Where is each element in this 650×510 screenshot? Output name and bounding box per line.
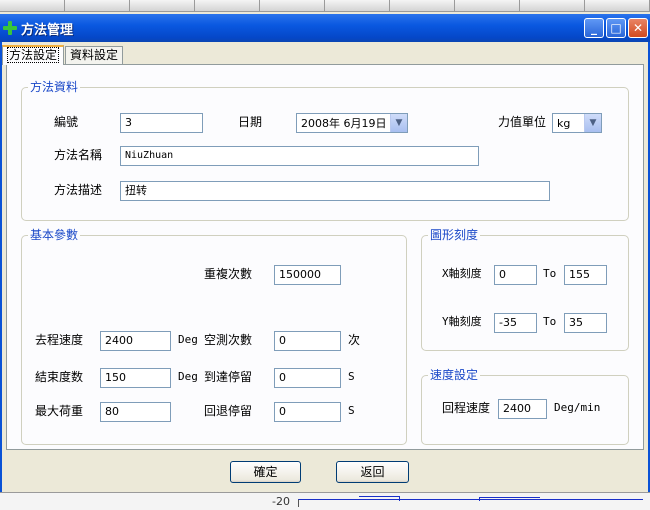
window-title: 方法管理: [21, 22, 74, 38]
x-axis-to-label: To: [543, 267, 557, 280]
force-unit-select[interactable]: kg ▼: [552, 113, 602, 133]
back-button[interactable]: 返回: [336, 461, 409, 483]
minimize-button[interactable]: _: [584, 18, 604, 38]
arrive-dwell-unit: S: [348, 370, 355, 383]
group-title: 圖形刻度: [428, 228, 481, 242]
return-speed-label: 回程速度: [442, 401, 491, 415]
idle-count-unit: 次: [348, 333, 361, 347]
return-dwell-input[interactable]: 0: [274, 402, 341, 422]
name-input[interactable]: NiuZhuan: [120, 146, 479, 166]
chart-line: [298, 496, 643, 507]
background-tab-strip: [0, 0, 650, 12]
x-axis-from-input[interactable]: 0: [494, 265, 537, 285]
tab-data-settings[interactable]: 資料設定: [65, 46, 124, 64]
close-icon: ✕: [632, 21, 644, 35]
name-label: 方法名稱: [54, 148, 103, 162]
group-basic-params: 基本參數 重複次數 150000 去程速度 2400 Deg 空測次數 0 次 …: [21, 228, 407, 445]
repeat-count-input[interactable]: 150000: [274, 265, 341, 285]
y-axis-to-label: To: [543, 315, 557, 328]
date-label: 日期: [238, 115, 263, 129]
arrive-dwell-label: 到達停留: [204, 370, 253, 384]
group-title: 方法資料: [28, 80, 81, 94]
x-axis-scale-label: X軸刻度: [442, 267, 482, 280]
background-chart-strip: -20: [0, 492, 650, 510]
number-label: 編號: [54, 115, 79, 129]
maximize-icon: □: [610, 21, 622, 35]
group-title: 基本參數: [28, 228, 81, 242]
confirm-button[interactable]: 確定: [230, 461, 301, 483]
description-input[interactable]: 扭转: [120, 181, 550, 201]
end-degree-input[interactable]: 150: [100, 368, 171, 388]
end-degree-label: 結束度数: [35, 370, 84, 384]
chevron-down-icon[interactable]: ▼: [390, 114, 407, 132]
force-unit-label: 力值單位: [498, 115, 547, 129]
window-titlebar[interactable]: 方法管理 _ □ ✕: [0, 14, 650, 42]
chevron-down-icon[interactable]: ▼: [584, 114, 601, 132]
axis-tick-label: -20: [272, 495, 290, 508]
group-method-info: 方法資料 編號 3 日期 2008年 6月19日 ▼ 力值單位 kg ▼ 方法名…: [21, 80, 629, 221]
tab-panel: 方法資料 編號 3 日期 2008年 6月19日 ▼ 力值單位 kg ▼ 方法名…: [6, 64, 644, 450]
idle-count-label: 空測次數: [204, 333, 253, 347]
plus-icon: [3, 21, 17, 35]
return-speed-unit: Deg/min: [554, 401, 601, 414]
tab-strip: 方法設定 資料設定: [2, 45, 124, 65]
max-load-input[interactable]: 80: [100, 402, 171, 422]
out-speed-input[interactable]: 2400: [100, 331, 171, 351]
return-dwell-unit: S: [348, 404, 355, 417]
x-axis-to-input[interactable]: 155: [564, 265, 607, 285]
group-speed-settings: 速度設定 回程速度 2400 Deg/min: [421, 368, 629, 445]
group-title: 速度設定: [428, 368, 481, 382]
y-axis-to-input[interactable]: 35: [564, 313, 607, 333]
return-dwell-label: 回退停留: [204, 404, 253, 418]
repeat-count-label: 重複次數: [204, 267, 253, 281]
minimize-icon: _: [591, 21, 597, 35]
description-label: 方法描述: [54, 183, 103, 197]
date-picker[interactable]: 2008年 6月19日 ▼: [296, 113, 408, 133]
tab-method-settings[interactable]: 方法設定: [2, 45, 65, 65]
idle-count-input[interactable]: 0: [274, 331, 341, 351]
return-speed-input[interactable]: 2400: [498, 399, 547, 419]
maximize-button[interactable]: □: [606, 18, 626, 38]
out-speed-label: 去程速度: [35, 333, 84, 347]
number-input[interactable]: 3: [120, 113, 203, 133]
end-degree-unit: Deg: [178, 370, 198, 383]
y-axis-from-input[interactable]: -35: [494, 313, 537, 333]
max-load-label: 最大荷重: [35, 404, 84, 418]
y-axis-scale-label: Y軸刻度: [442, 315, 482, 328]
group-graph-scale: 圖形刻度 X軸刻度 0 To 155 Y軸刻度 -35 To 35: [421, 228, 629, 351]
close-button[interactable]: ✕: [628, 18, 648, 38]
out-speed-unit: Deg: [178, 333, 198, 346]
arrive-dwell-input[interactable]: 0: [274, 368, 341, 388]
